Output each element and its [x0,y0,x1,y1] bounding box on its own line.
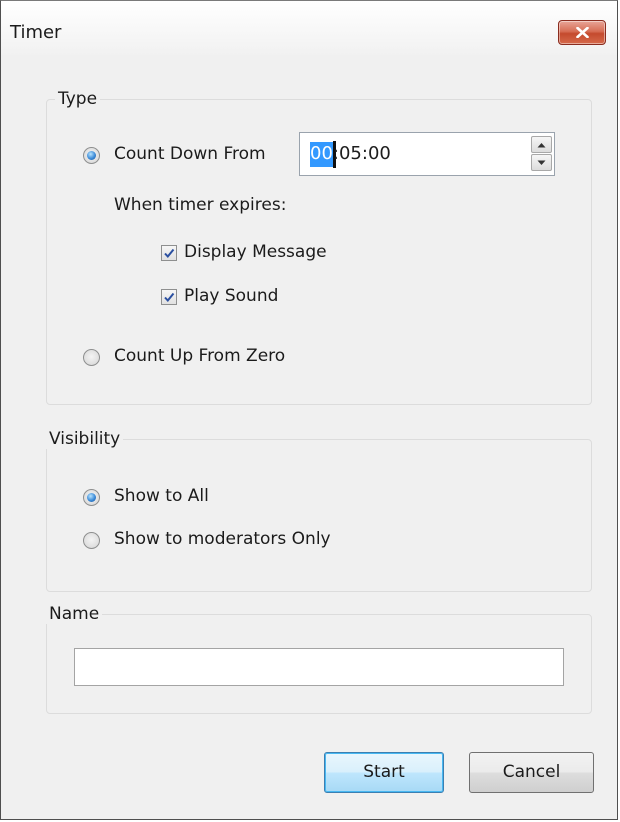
show-to-moderators-label[interactable]: Show to moderators Only [114,529,331,549]
close-button[interactable] [558,20,606,45]
visibility-group-legend: Visibility [46,429,124,449]
chevron-up-icon [537,143,546,148]
count-down-label[interactable]: Count Down From [114,144,266,164]
play-sound-checkbox[interactable] [161,289,177,305]
count-down-radio[interactable] [83,147,100,164]
spinner-buttons [531,136,552,172]
name-input[interactable] [74,648,564,686]
window-title: Timer [10,22,62,43]
time-spinner[interactable]: 00:05:00 [299,132,555,176]
show-to-all-radio[interactable] [83,489,100,506]
checkmark-icon [164,292,175,303]
cancel-button[interactable]: Cancel [469,752,594,793]
timer-expires-label: When timer expires: [114,195,287,215]
spin-down-button[interactable] [531,154,552,171]
display-message-label[interactable]: Display Message [184,242,327,262]
type-group-legend: Type [55,89,101,109]
time-rest: :05:00 [332,143,391,164]
title-bar[interactable]: Timer [1,1,617,55]
show-to-all-label[interactable]: Show to All [114,486,209,506]
close-icon [576,27,589,38]
display-message-checkbox[interactable] [161,245,177,261]
start-button[interactable]: Start [324,752,444,793]
show-to-moderators-radio[interactable] [83,532,100,549]
name-group-legend: Name [46,604,103,624]
timer-dialog: Timer Type Count Down From 00:05:00 When… [0,0,618,820]
count-up-radio[interactable] [83,349,100,366]
visibility-group: Visibility [46,429,592,592]
play-sound-label[interactable]: Play Sound [184,286,278,306]
time-hours: 00 [310,143,333,164]
time-value[interactable]: 00:05:00 [310,143,391,164]
spin-up-button[interactable] [531,136,552,153]
count-up-label[interactable]: Count Up From Zero [114,346,285,366]
checkmark-icon [164,248,175,259]
chevron-down-icon [537,160,546,165]
